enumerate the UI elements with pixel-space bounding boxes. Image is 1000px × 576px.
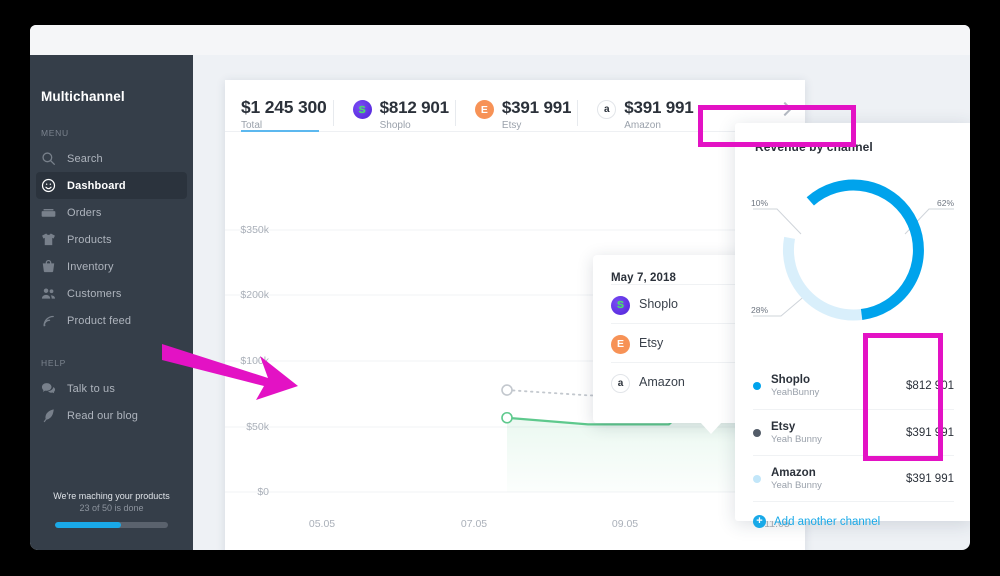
matching-title: We're maching your products <box>53 491 170 501</box>
sidebar-item-orders[interactable]: Orders <box>36 199 187 226</box>
stat-amazon[interactable]: a $391 991 Amazon <box>571 98 694 131</box>
app-window: Multichannel MENU Search Dashboard Order… <box>30 25 970 550</box>
stat-amount: $391 991 <box>501 98 572 117</box>
sidebar-item-label: Customers <box>67 287 122 300</box>
progress-bar-fill <box>55 522 121 528</box>
sidebar: Multichannel MENU Search Dashboard Order… <box>30 55 193 550</box>
rss-icon <box>41 313 56 328</box>
add-another-channel-button[interactable]: + Add another channel <box>753 501 954 541</box>
sidebar-item-label: Product feed <box>67 314 132 327</box>
sidebar-item-label: Read our blog <box>67 409 139 422</box>
sidebar-item-customers[interactable]: Customers <box>36 280 187 307</box>
etsy-icon: E <box>474 100 494 119</box>
stat-label: Amazon <box>624 120 661 131</box>
annotation-box-panel-title <box>698 105 856 147</box>
stat-label: Etsy <box>501 120 522 131</box>
add-channel-label: Add another channel <box>774 515 881 528</box>
dashboard-icon <box>41 178 56 193</box>
legend-dot-icon <box>753 428 761 437</box>
shoplo-icon: S <box>611 295 630 315</box>
window-titlebar <box>30 25 970 55</box>
revenue-by-channel-panel: Revenue by channel 10% 62% 28% Shoplo Ye… <box>735 123 970 528</box>
shoplo-icon: S <box>352 100 372 119</box>
basket-icon <box>41 259 56 274</box>
stat-etsy[interactable]: E $391 991 Etsy <box>449 98 571 131</box>
quill-icon <box>41 408 56 423</box>
plus-icon: + <box>753 515 766 528</box>
sidebar-item-label: Inventory <box>67 260 114 273</box>
sidebar-item-label: Dashboard <box>67 179 126 192</box>
sidebar-item-products[interactable]: Products <box>36 226 187 253</box>
matching-progress: We're maching your products 23 of 50 is … <box>30 491 193 528</box>
annotation-arrow <box>162 344 298 400</box>
donut-svg <box>753 179 954 321</box>
sidebar-item-dashboard[interactable]: Dashboard <box>36 172 187 199</box>
search-icon <box>41 151 56 166</box>
stat-total[interactable]: $1 245 300 Total <box>241 97 327 132</box>
users-icon <box>41 286 56 301</box>
stat-label: Shoplo <box>379 120 411 131</box>
legend-row-amazon[interactable]: Amazon Yeah Bunny $391 991 <box>753 455 954 501</box>
sidebar-item-inventory[interactable]: Inventory <box>36 253 187 280</box>
sidebar-item-label: Orders <box>67 206 102 219</box>
legend-dot-icon <box>753 382 761 390</box>
donut-label-10: 10% <box>751 198 769 208</box>
donut-label-28: 28% <box>751 305 769 315</box>
y-axis-tick-label: $200k <box>240 289 269 301</box>
x-axis-tick-label: 05.05 <box>308 518 336 530</box>
active-tab-underline <box>241 130 319 132</box>
y-axis-tick-label: $350k <box>240 224 269 236</box>
stat-amount: $812 901 <box>379 98 450 117</box>
orders-icon <box>41 205 56 220</box>
sidebar-item-search[interactable]: Search <box>36 145 187 172</box>
legend-value: $391 991 <box>906 472 954 485</box>
dashboard-card: $1 245 300 Total S $812 901 Shoplo E $39… <box>225 80 970 550</box>
stat-amount: $1 245 300 <box>241 97 327 117</box>
y-axis-tick-label: $0 <box>257 486 269 498</box>
menu-section-heading: MENU <box>41 128 69 138</box>
app-brand: Multichannel <box>41 89 125 104</box>
sidebar-item-label: Search <box>67 152 103 165</box>
x-axis-tick-label: 07.05 <box>460 518 488 530</box>
chat-icon <box>41 381 56 396</box>
stat-amount: $391 991 <box>624 98 694 117</box>
tshirt-icon <box>41 232 56 247</box>
sidebar-item-label: Talk to us <box>67 382 115 395</box>
legend-name: Amazon <box>771 466 816 479</box>
donut-label-62: 62% <box>937 198 955 208</box>
etsy-icon: E <box>611 334 630 354</box>
legend-dot-icon <box>753 474 761 483</box>
amazon-icon: a <box>611 373 630 393</box>
annotation-box-legend-values <box>863 333 943 461</box>
y-axis-tick-label: $50k <box>246 421 269 433</box>
sidebar-item-label: Products <box>67 233 112 246</box>
amazon-icon: a <box>597 100 617 119</box>
stat-shoplo[interactable]: S $812 901 Shoplo <box>327 98 449 131</box>
legend-sub: Yeah Bunny <box>771 479 822 491</box>
donut-chart: 10% 62% 28% <box>735 154 970 344</box>
progress-bar <box>55 522 168 528</box>
sidebar-item-read-our-blog[interactable]: Read our blog <box>36 402 187 429</box>
x-axis-tick-label: 09.05 <box>611 518 639 530</box>
matching-progress-text: 23 of 50 is done <box>79 503 144 513</box>
sidebar-item-product-feed[interactable]: Product feed <box>36 307 187 334</box>
